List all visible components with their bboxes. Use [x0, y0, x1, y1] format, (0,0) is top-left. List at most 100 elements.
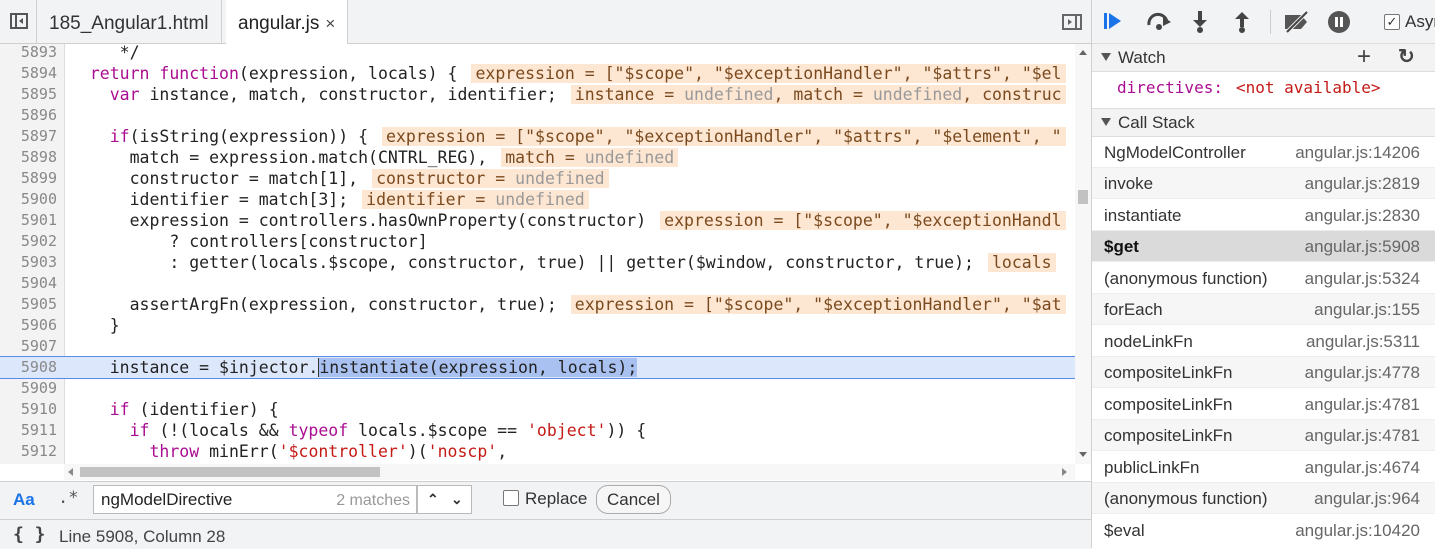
deactivate-breakpoints-icon[interactable] — [1283, 11, 1311, 33]
scroll-left-icon[interactable] — [68, 468, 73, 476]
line-number[interactable]: 5913 — [0, 462, 57, 464]
frame-location[interactable]: angular.js:14206 — [1295, 143, 1420, 163]
inline-value: expression = ["$scope", "$exceptionHandl… — [382, 127, 1066, 146]
search-nav-buttons: ⌃ ⌄ — [417, 485, 472, 514]
watch-expression[interactable]: directives: <not available> — [1092, 72, 1435, 106]
line-number[interactable]: 5895 — [0, 84, 57, 105]
line-number[interactable]: 5905 — [0, 294, 57, 315]
regex-toggle[interactable]: .* — [58, 488, 78, 508]
inline-text: instance = — [574, 85, 685, 104]
line-number[interactable]: 5902 — [0, 231, 57, 252]
replace-checkbox[interactable] — [503, 490, 519, 506]
call-frame[interactable]: instantiate angular.js:2830 — [1092, 200, 1435, 231]
call-frame[interactable]: compositeLinkFn angular.js:4778 — [1092, 357, 1435, 388]
scroll-right-icon[interactable] — [1062, 468, 1067, 476]
watch-section-header[interactable]: Watch + ↻ — [1092, 43, 1435, 72]
search-input[interactable] — [99, 489, 333, 511]
code-text: match = expression.match(CNTRL_REG), — [129, 148, 488, 167]
frame-location[interactable]: angular.js:4778 — [1305, 363, 1420, 383]
tab-185-angular1-html[interactable]: 185_Angular1.html — [36, 0, 222, 43]
call-frame[interactable]: invoke angular.js:2819 — [1092, 168, 1435, 199]
line-number[interactable]: 5903 — [0, 252, 57, 273]
scrollbar-thumb[interactable] — [80, 467, 380, 477]
line-number[interactable]: 5907 — [0, 336, 57, 357]
pause-on-exceptions-icon[interactable] — [1328, 11, 1350, 33]
code-text: instance, match, constructor, identifier… — [139, 85, 557, 104]
scroll-down-icon[interactable] — [1079, 452, 1087, 457]
next-match-icon[interactable]: ⌄ — [451, 491, 463, 508]
code-text: , — [497, 442, 508, 461]
previous-match-icon[interactable]: ⌃ — [427, 491, 439, 508]
cancel-button[interactable]: Cancel — [596, 485, 671, 514]
pretty-print-button[interactable]: { } — [13, 524, 46, 545]
line-number[interactable]: 5900 — [0, 189, 57, 210]
search-bar: Aa .* 2 matches ⌃ ⌄ Replace Cancel — [0, 481, 1091, 519]
code-text: ? controllers[constructor] — [169, 232, 428, 251]
line-number[interactable]: 5904 — [0, 273, 57, 294]
search-field[interactable]: 2 matches — [93, 485, 417, 514]
scrollbar-thumb[interactable] — [1078, 190, 1088, 204]
step-into-icon[interactable] — [1192, 11, 1208, 33]
frame-location[interactable]: angular.js:964 — [1314, 489, 1420, 509]
code-text: minErr( — [199, 442, 279, 461]
call-frame[interactable]: $eval angular.js:10420 — [1092, 515, 1435, 546]
line-number[interactable]: 5906 — [0, 315, 57, 336]
frame-location[interactable]: angular.js:2819 — [1305, 174, 1420, 194]
line-number[interactable]: 5894 — [0, 63, 57, 84]
frame-location[interactable]: angular.js:4781 — [1305, 426, 1420, 446]
resume-icon[interactable] — [1109, 13, 1121, 29]
call-frame-selected[interactable]: $get angular.js:5908 — [1092, 231, 1435, 262]
close-icon[interactable]: × — [325, 14, 335, 33]
async-checkbox[interactable]: ✓ — [1384, 14, 1400, 30]
line-number[interactable]: 5911 — [0, 420, 57, 441]
code-editor[interactable]: 5893 */ 5894 return function(expression,… — [0, 44, 1075, 464]
code-string: 'noscp' — [427, 442, 498, 461]
inline-value: expression = ["$scope", "$exceptionHandl… — [471, 64, 1066, 83]
call-stack-section-header[interactable]: Call Stack — [1092, 108, 1435, 137]
frame-location[interactable]: angular.js:4781 — [1305, 395, 1420, 415]
code-text: (!(locals && — [149, 421, 289, 440]
line-number[interactable]: 5899 — [0, 168, 57, 189]
frame-location[interactable]: angular.js:5908 — [1305, 237, 1420, 257]
call-frame[interactable]: nodeLinkFn angular.js:5311 — [1092, 326, 1435, 357]
call-frame[interactable]: forEach angular.js:155 — [1092, 294, 1435, 325]
line-number[interactable]: 5893 — [0, 44, 57, 63]
frame-location[interactable]: angular.js:10420 — [1295, 521, 1420, 541]
tab-angular-js[interactable]: angular.js × — [226, 0, 349, 44]
frame-function: NgModelController — [1104, 143, 1246, 162]
call-frame[interactable]: (anonymous function) angular.js:964 — [1092, 483, 1435, 514]
frame-location[interactable]: angular.js:2830 — [1305, 206, 1420, 226]
step-over-icon[interactable] — [1146, 11, 1172, 31]
line-number[interactable]: 5898 — [0, 147, 57, 168]
toggle-navigator-icon[interactable] — [10, 13, 28, 29]
frame-location[interactable]: angular.js:5311 — [1306, 332, 1420, 352]
line-number[interactable]: 5901 — [0, 210, 57, 231]
add-watch-icon[interactable]: + — [1357, 43, 1371, 71]
line-number[interactable]: 5896 — [0, 105, 57, 126]
line-number[interactable]: 5912 — [0, 441, 57, 462]
call-frame[interactable]: compositeLinkFn angular.js:4781 — [1092, 389, 1435, 420]
code-text: : getter(locals.$scope, constructor, tru… — [169, 253, 974, 272]
match-case-toggle[interactable]: Aa — [13, 490, 35, 510]
frame-location[interactable]: angular.js:5324 — [1305, 269, 1420, 289]
call-frame[interactable]: (anonymous function) angular.js:5324 — [1092, 263, 1435, 294]
match-count: 2 matches — [336, 492, 410, 509]
frame-location[interactable]: angular.js:155 — [1314, 300, 1420, 320]
line-number[interactable]: 5897 — [0, 126, 57, 147]
vertical-scrollbar[interactable] — [1075, 44, 1091, 464]
horizontal-scrollbar[interactable] — [64, 464, 1075, 480]
inline-value: instance = undefined, match = undefined,… — [570, 85, 1066, 104]
call-frame[interactable]: compositeLinkFn angular.js:4781 — [1092, 420, 1435, 451]
line-number[interactable]: 5909 — [0, 378, 57, 399]
scroll-up-icon[interactable] — [1079, 50, 1087, 55]
call-frame[interactable]: publicLinkFn angular.js:4674 — [1092, 452, 1435, 483]
call-frame[interactable]: NgModelController angular.js:14206 — [1092, 137, 1435, 168]
code-text: (isString(expression)) { — [129, 127, 369, 146]
refresh-icon[interactable]: ↻ — [1398, 44, 1415, 69]
frame-location[interactable]: angular.js:4674 — [1305, 458, 1420, 478]
line-number[interactable]: 5910 — [0, 399, 57, 420]
toggle-debugger-icon[interactable] — [1062, 14, 1082, 30]
inline-value: constructor = undefined — [372, 169, 609, 188]
step-out-icon[interactable] — [1234, 11, 1250, 33]
line-number[interactable]: 5908 — [0, 357, 57, 378]
